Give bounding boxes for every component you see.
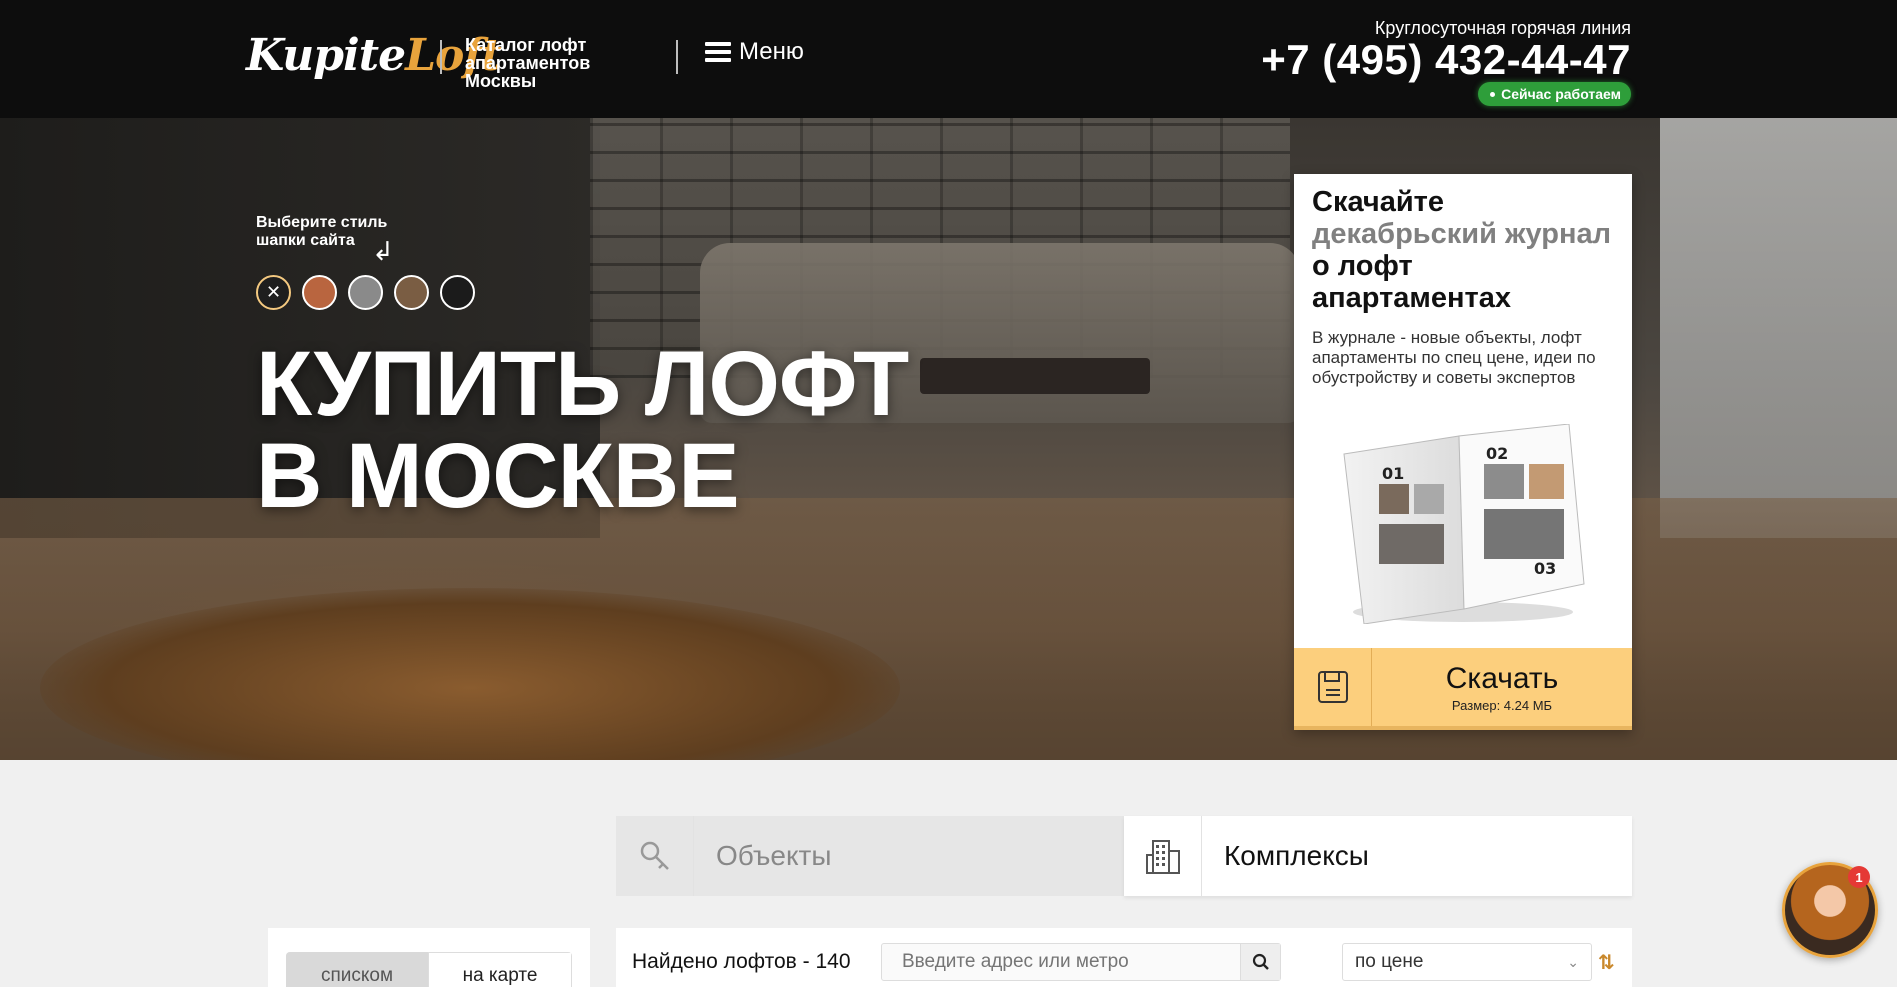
site-logo[interactable]: KupiteLoft xyxy=(246,30,502,82)
style-swatches: ✕ xyxy=(256,275,475,310)
journal-description: В журнале - новые объекты, лофт апартаме… xyxy=(1312,328,1596,387)
sort-value: по цене xyxy=(1355,951,1424,972)
sort-select[interactable]: по цене ⌄ xyxy=(1342,943,1592,981)
curved-arrow-icon: ↲ xyxy=(372,236,394,266)
style-swatch-brick[interactable] xyxy=(302,275,337,310)
sidebar-panel: списком на карте xyxy=(268,928,590,987)
journal-title-part: Скачайте xyxy=(1312,186,1444,218)
divider xyxy=(440,40,442,74)
style-swatch-dark[interactable] xyxy=(440,275,475,310)
tab-objects[interactable]: Объекты xyxy=(616,816,1124,896)
download-button[interactable]: Скачать Размер: 4.24 МБ xyxy=(1294,648,1632,730)
download-size: Размер: 4.24 МБ xyxy=(1451,697,1553,713)
search-icon xyxy=(1252,953,1269,970)
building-icon xyxy=(1124,816,1202,896)
status-text: Сейчас работаем xyxy=(1501,86,1621,102)
phone-number[interactable]: +7 (495) 432-44-47 xyxy=(1261,36,1631,84)
site-header: KupiteLoft Каталог лофт апартаментов Мос… xyxy=(0,0,1897,118)
view-list-button[interactable]: списком xyxy=(286,952,428,987)
view-toggle: списком на карте xyxy=(286,952,572,987)
tab-objects-label: Объекты xyxy=(716,840,832,871)
view-map-button[interactable]: на карте xyxy=(428,952,572,987)
magazine-image: 01 02 03 xyxy=(1343,424,1585,624)
hamburger-icon xyxy=(705,42,731,62)
divider xyxy=(676,40,678,74)
status-badge: Сейчас работаем xyxy=(1478,82,1631,106)
journal-title-part: о лофт апартаментах xyxy=(1312,250,1511,314)
key-icon xyxy=(616,816,694,896)
address-search xyxy=(881,943,1281,981)
results-count: Найдено лофтов - 140 xyxy=(632,950,851,973)
status-dot-icon xyxy=(1490,91,1496,97)
download-label: Скачать xyxy=(1445,661,1559,695)
search-button[interactable] xyxy=(1240,944,1280,980)
chat-notification-badge: 1 xyxy=(1848,866,1870,888)
catalog-tagline: Каталог лофт апартаментов Москвы xyxy=(465,35,591,91)
results-bar: Найдено лофтов - 140 по цене ⌄ ⇅ xyxy=(616,928,1632,987)
svg-text:01: 01 xyxy=(1382,464,1404,483)
search-input[interactable] xyxy=(882,944,1240,980)
svg-text:03: 03 xyxy=(1534,559,1556,578)
svg-text:02: 02 xyxy=(1486,444,1508,463)
journal-title-highlight: декабрьский журнал xyxy=(1312,218,1612,250)
logo-text-kupite: Kupite xyxy=(246,30,406,81)
floppy-disk-icon xyxy=(1294,648,1372,726)
tab-complexes[interactable]: Комплексы xyxy=(1124,816,1632,896)
close-icon: ✕ xyxy=(265,282,282,302)
journal-title: Скачайте декабрьский журнал о лофт апарт… xyxy=(1312,186,1612,314)
journal-card: Скачайте декабрьский журнал о лофт апарт… xyxy=(1294,174,1632,730)
style-swatch-wood[interactable] xyxy=(394,275,429,310)
menu-button[interactable]: Меню xyxy=(705,38,804,66)
style-swatch-concrete[interactable] xyxy=(348,275,383,310)
hero-window xyxy=(1660,118,1897,538)
hero-title: КУПИТЬ ЛОФТ В МОСКВЕ xyxy=(256,333,909,527)
tab-complexes-label: Комплексы xyxy=(1224,840,1369,871)
style-swatch-none[interactable]: ✕ xyxy=(256,275,291,310)
sort-direction-icon[interactable]: ⇅ xyxy=(1598,950,1615,975)
catalog-tabs: Объекты Комплексы xyxy=(616,816,1632,896)
menu-label: Меню xyxy=(739,38,804,65)
chevron-down-icon: ⌄ xyxy=(1567,953,1579,970)
